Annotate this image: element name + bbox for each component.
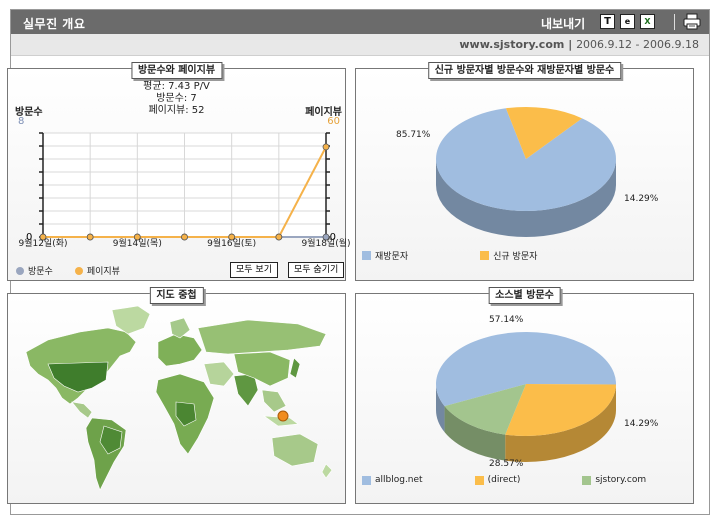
line-legend: 방문수 페이지뷰 [16, 264, 120, 277]
map-japan [289, 357, 301, 379]
legend-sjstory-swatch [582, 475, 592, 485]
legend-returning-swatch [362, 251, 371, 260]
new-vs-returning-panel: 신규 방문자별 방문수와 재방문자별 방문수 85.71% 14.29% 재방문… [355, 62, 694, 281]
hide-all-button[interactable]: 모두 숨기기 [288, 262, 345, 278]
show-all-button[interactable]: 모두 보기 [230, 262, 278, 278]
legend-allblog-label: allblog.net [375, 475, 423, 485]
header-divider [674, 14, 675, 30]
legend-visits-label: 방문수 [28, 267, 53, 277]
map-europe [157, 333, 203, 367]
map-southeast-asia [261, 389, 287, 413]
map-middle-east [203, 361, 235, 387]
visits-pageviews-line-chart [39, 132, 330, 241]
header-bar: 실무진 개요 내보내기 T e X [11, 10, 709, 34]
pie-label-allblog: 57.14% [489, 315, 524, 325]
x-tick-label: 9월16일(토) [207, 239, 257, 249]
site-and-date: www.sjstory.com | 2006.9.12 - 2006.9.18 [459, 38, 699, 51]
pie2-legend: allblog.net (direct) sjstory.com [362, 475, 646, 485]
x-tick-label: 9월14일(목) [112, 239, 162, 249]
world-map[interactable] [8, 294, 347, 505]
data-point [275, 233, 283, 241]
export-label: 내보내기 [541, 17, 586, 31]
legend-returning-label: 재방문자 [375, 252, 409, 262]
map-greenland [111, 305, 151, 335]
map-australia [271, 433, 319, 467]
x-tick-label: 9월12일(화) [18, 239, 68, 249]
map-central-america [71, 401, 93, 419]
source-visits-panel: 소스별 방문수 57.14% 14.29% 28.57% allblog.net… [355, 287, 694, 504]
legend-new-label: 신규 방문자 [493, 252, 538, 262]
legend-direct-swatch [474, 475, 484, 485]
legend-direct-label: (direct) [487, 475, 521, 485]
legend-pageviews-label: 페이지뷰 [86, 267, 120, 277]
map-overlay-panel: 지도 중첩 [7, 287, 347, 505]
date-range-bar: www.sjstory.com | 2006.9.12 - 2006.9.18 [11, 34, 709, 56]
legend-pageviews-swatch [74, 266, 83, 275]
pie-label-returning: 85.71% [396, 130, 431, 140]
legend-allblog-swatch [362, 475, 371, 485]
map-india [233, 373, 259, 407]
x-tick-label: 9월18일(월) [301, 239, 351, 249]
html-export-icon[interactable]: e [620, 14, 635, 29]
separator: | [568, 38, 573, 51]
data-point [181, 233, 188, 241]
korea-location-marker [277, 410, 289, 422]
pie-label-sjstory: 14.29% [624, 419, 659, 429]
data-point [322, 143, 330, 151]
pie-label-direct: 28.57% [489, 459, 524, 469]
map-scandinavia [169, 317, 191, 339]
text-export-icon[interactable]: T [600, 14, 615, 29]
pie1-legend: 재방문자 신규 방문자 [362, 249, 537, 262]
site-name: www.sjstory.com [459, 38, 565, 51]
legend-visits-swatch [16, 266, 24, 275]
source-visits-pie-chart [436, 332, 616, 462]
date-range: 2006.9.12 - 2006.9.18 [576, 38, 699, 51]
pie-label-new: 14.29% [624, 194, 659, 204]
page-title: 실무진 개요 [23, 17, 86, 31]
visits-pageviews-panel: 방문수와 페이지뷰 평균: 7.43 P/V 방문수: 7 페이지뷰: 52 방… [7, 62, 351, 281]
map-russia [197, 319, 327, 355]
excel-export-icon[interactable]: X [640, 14, 655, 29]
legend-new-swatch [480, 251, 490, 260]
legend-sjstory-label: sjstory.com [595, 475, 647, 485]
printer-icon[interactable] [683, 13, 701, 30]
map-new-zealand [321, 463, 333, 479]
data-point [86, 233, 94, 241]
